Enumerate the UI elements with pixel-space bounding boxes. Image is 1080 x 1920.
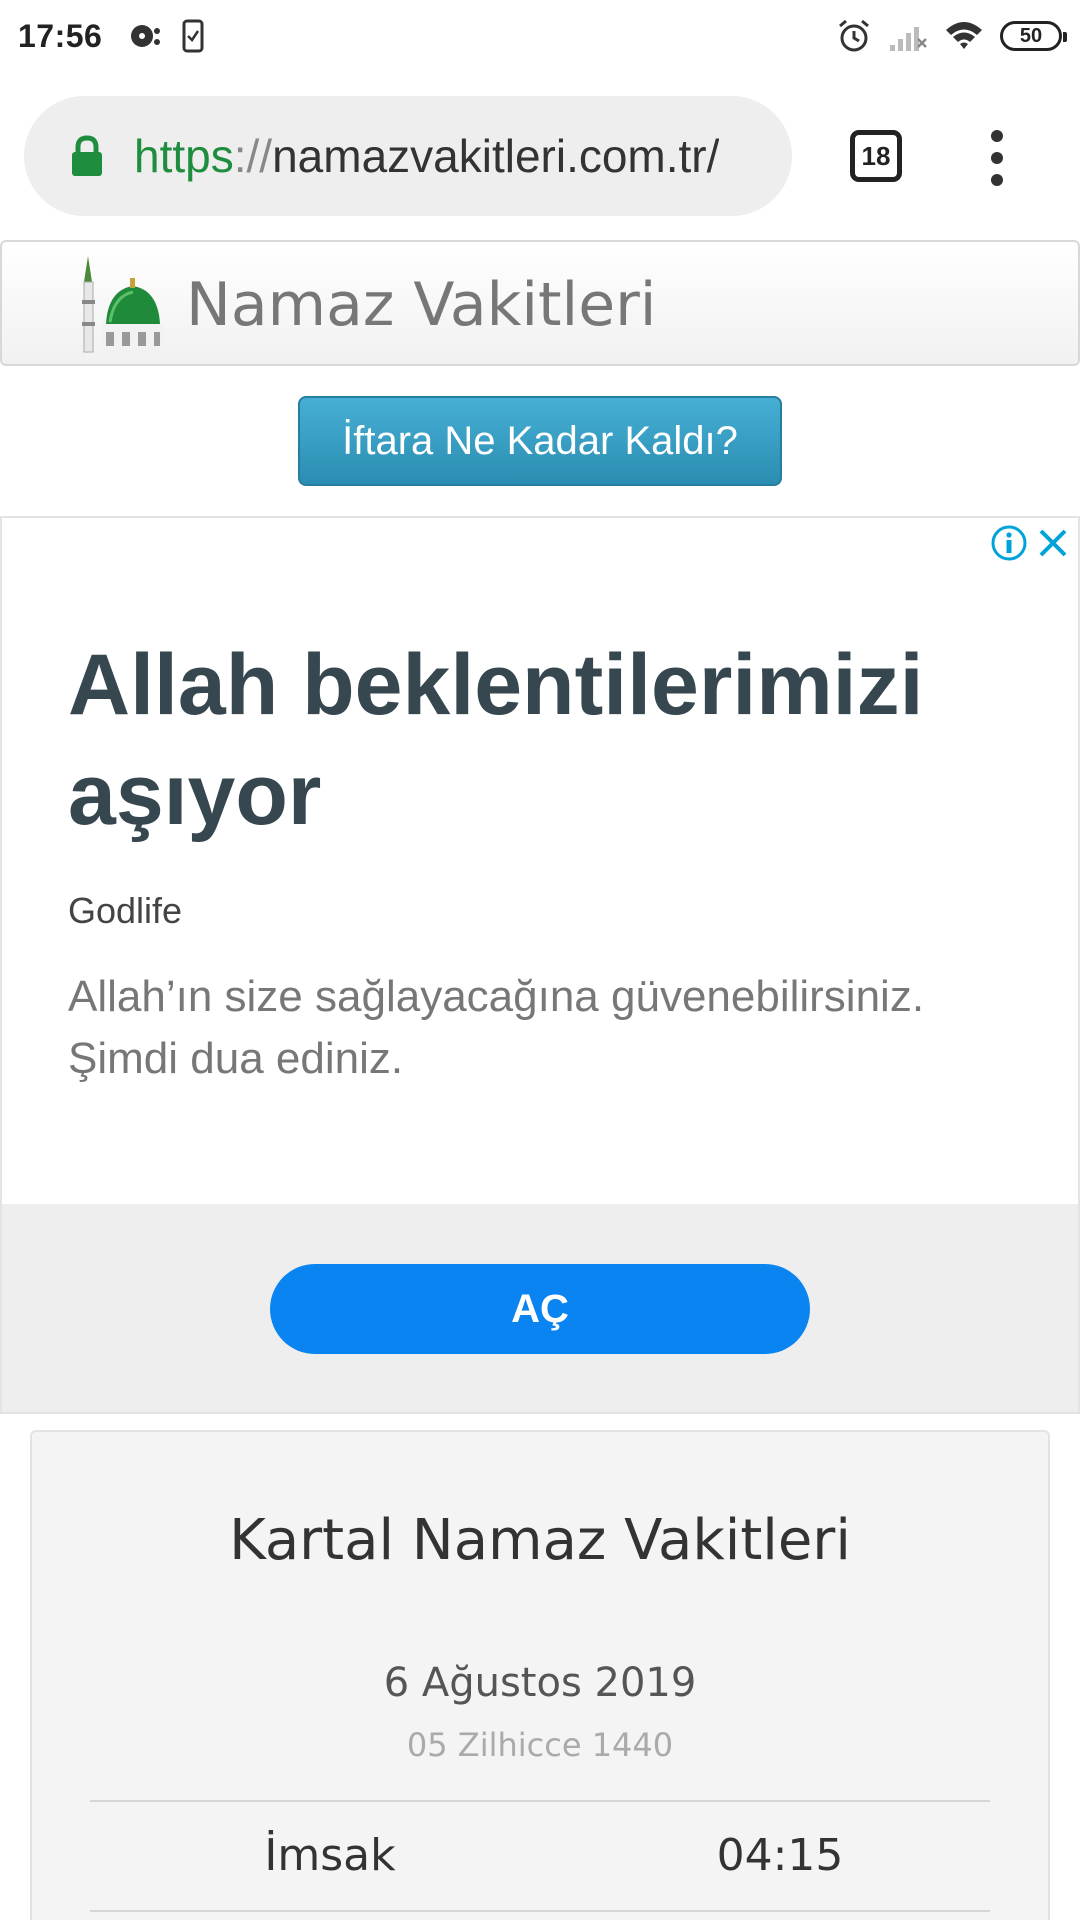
site-header[interactable]: Namaz Vakitleri bbox=[0, 240, 1080, 366]
page: 17:56 50 https://namazvakitleri.com.tr/ … bbox=[0, 0, 1080, 1920]
site-title: Namaz Vakitleri bbox=[186, 270, 657, 340]
divider bbox=[90, 1800, 990, 1802]
url-scheme: https bbox=[134, 130, 234, 182]
ad-open-button[interactable]: AÇ bbox=[270, 1264, 810, 1354]
gregorian-date: 6 Ağustos 2019 bbox=[383, 1660, 697, 1706]
battery-icon: 50 bbox=[1000, 21, 1067, 51]
status-bar: 17:56 50 bbox=[0, 0, 1080, 72]
status-time: 17:56 bbox=[18, 17, 103, 54]
wifi-icon bbox=[946, 22, 982, 49]
hijri-date: 05 Zilhicce 1440 bbox=[406, 1726, 674, 1764]
url-separator: :// bbox=[233, 130, 273, 182]
lock-icon bbox=[72, 135, 102, 176]
close-icon[interactable] bbox=[1036, 526, 1070, 560]
ad-description: Allah’ın size sağlayacağına güvenebilirs… bbox=[68, 972, 925, 1083]
ad-headline[interactable]: Allah beklentilerimizi aşıyor bbox=[68, 630, 968, 850]
prayer-name-imsak: İmsak bbox=[264, 1830, 396, 1881]
divider bbox=[90, 1910, 990, 1912]
info-icon[interactable] bbox=[990, 524, 1028, 562]
url-host: namazvakitleri.com.tr/ bbox=[272, 130, 720, 182]
url-text[interactable]: https://namazvakitleri.com.tr/ bbox=[134, 129, 719, 183]
more-vert-icon[interactable] bbox=[982, 130, 1012, 186]
mosque-logo-icon bbox=[82, 256, 164, 353]
alarm-icon bbox=[839, 19, 869, 52]
media-icon bbox=[131, 25, 161, 47]
tab-switcher-button[interactable]: 18 bbox=[850, 130, 902, 182]
prayer-time-imsak: 04:15 bbox=[716, 1830, 844, 1881]
iftar-countdown-button[interactable]: İftara Ne Kadar Kaldı? bbox=[298, 396, 782, 486]
url-bar[interactable]: https://namazvakitleri.com.tr/ bbox=[24, 96, 792, 216]
phone-icon bbox=[182, 19, 204, 53]
city-title: Kartal Namaz Vakitleri bbox=[229, 1508, 851, 1573]
signal-icon bbox=[890, 27, 927, 51]
ad-advertiser: Godlife bbox=[68, 890, 183, 931]
